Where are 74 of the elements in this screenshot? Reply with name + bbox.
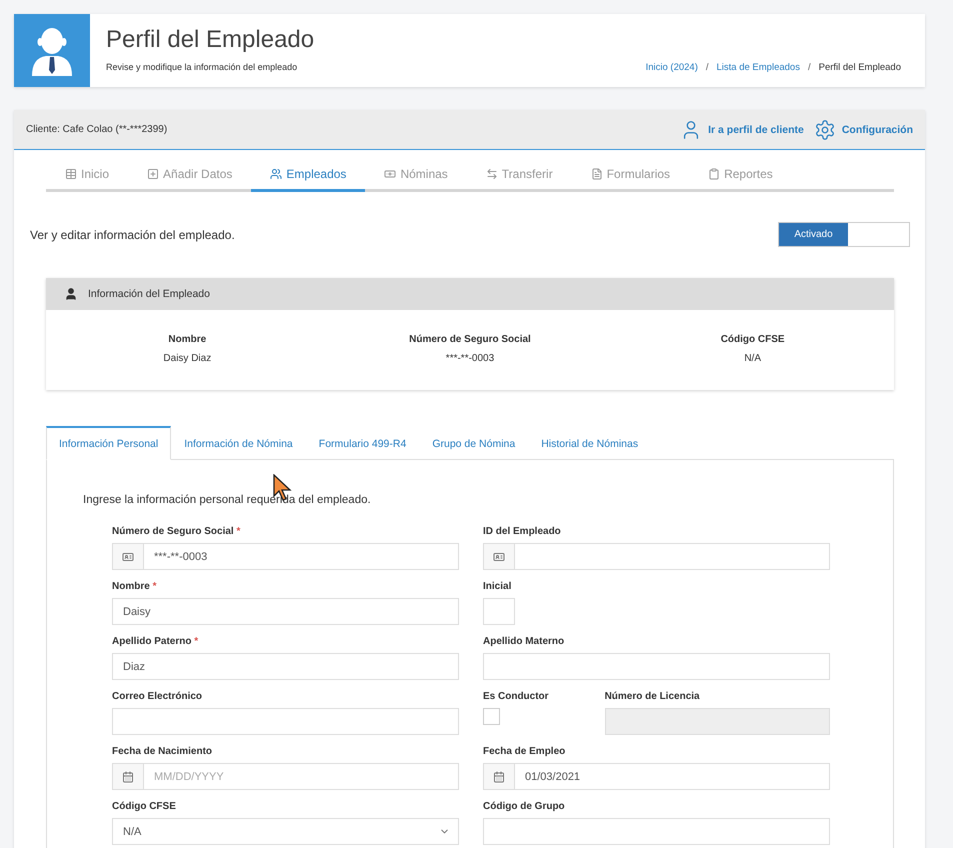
input-field[interactable]: ***-**-0003 (144, 543, 459, 570)
required-mark: * (236, 526, 240, 537)
info-label: Código CFSE (720, 334, 785, 345)
breadcrumb-separator: / (706, 62, 709, 73)
sub-tab[interactable]: Información Personal (46, 426, 172, 460)
required-mark: * (152, 581, 156, 592)
tab-icon (147, 168, 160, 180)
sub-tab[interactable]: Grupo de Nómina (419, 426, 528, 460)
field-label: Apellido Paterno * (112, 636, 200, 647)
sub-tab[interactable]: Historial de Nóminas (528, 426, 652, 460)
breadcrumb-separator: / (808, 62, 811, 73)
page-title: Perfil del Empleado (106, 26, 316, 54)
info-label: Nombre (168, 334, 206, 345)
card-title: Información del Empleado (88, 288, 210, 300)
nav-tab[interactable]: Empleados (251, 160, 366, 192)
calendar-icon (122, 770, 134, 782)
info-value: ***-**-0003 (446, 353, 494, 364)
intro-text: Ver y editar información del empleado. (30, 228, 235, 242)
field-label: ID del Empleado (483, 526, 562, 537)
required-mark: * (194, 636, 198, 647)
nav-tab[interactable]: Inicio (46, 160, 128, 192)
user-icon (64, 287, 78, 301)
person-icon (30, 26, 74, 76)
input-field[interactable]: Diaz (112, 653, 459, 680)
tab-icon (708, 168, 720, 180)
nav-tab[interactable]: Añadir Datos (128, 160, 252, 192)
header-link[interactable]: Ir a perfil de cliente (680, 118, 804, 140)
input-field[interactable] (483, 598, 515, 625)
nav-tab[interactable]: Reportes (689, 160, 792, 192)
field-label: Fecha de Empleo (483, 746, 566, 757)
breadcrumb-link[interactable]: Lista de Empleados (716, 62, 800, 73)
field-label: Es Conductor (483, 691, 549, 702)
settings-icon (814, 118, 836, 140)
field-label: Apellido Materno (483, 636, 566, 647)
sub-tab[interactable]: Formulario 499-R4 (306, 426, 420, 460)
nav-tab[interactable]: Transferir (466, 160, 572, 192)
input-field[interactable] (483, 653, 830, 680)
breadcrumb-current: Perfil del Empleado (818, 62, 901, 73)
field-label: Inicial (483, 581, 512, 592)
input-field[interactable]: MM/DD/YYYY (144, 763, 459, 790)
breadcrumb-link[interactable]: Inicio (2024) (646, 62, 698, 73)
input-field[interactable] (483, 818, 830, 845)
select-field[interactable]: N/A (112, 818, 459, 845)
tab-icon (65, 168, 77, 180)
input-field[interactable]: Daisy (112, 598, 459, 625)
id-card-icon (493, 550, 505, 562)
tab-icon (486, 168, 498, 180)
sub-tab[interactable]: Información de Nómina (171, 426, 306, 460)
id-card-icon (122, 550, 134, 562)
checkbox[interactable] (483, 708, 500, 725)
nav-tab[interactable]: Nóminas (365, 160, 467, 192)
info-value: N/A (744, 353, 761, 364)
page-subtitle: Revise y modifique la información del empleado (106, 62, 298, 72)
field-label: Número de Licencia (604, 691, 701, 702)
nav-tab[interactable]: Formularios (572, 160, 690, 192)
client-name: Cliente: Cafe Colao (**-***2399) (26, 124, 168, 135)
calendar-icon (493, 770, 505, 782)
field-label: Nombre * (112, 581, 158, 592)
form-intro: Ingrese la información personal requerida del empleado. (83, 494, 372, 506)
tab-icon (590, 168, 603, 180)
field-label: Fecha de Nacimiento (112, 746, 214, 757)
status-toggle[interactable]: Activado (778, 222, 910, 247)
field-label: Número de Seguro Social * (112, 526, 242, 537)
field-label: Correo Electrónico (112, 691, 204, 702)
input-field[interactable]: 01/03/2021 (515, 763, 830, 790)
info-label: Número de Seguro Social (409, 334, 531, 345)
tab-icon (384, 168, 396, 180)
input-field[interactable] (515, 543, 830, 570)
field-label: Código de Grupo (483, 801, 566, 812)
header-link[interactable]: Configuración (814, 118, 913, 140)
tab-icon (270, 168, 282, 180)
info-value: Daisy Diaz (163, 353, 212, 364)
input-field[interactable] (112, 708, 459, 735)
field-label: Código CFSE (112, 801, 177, 812)
